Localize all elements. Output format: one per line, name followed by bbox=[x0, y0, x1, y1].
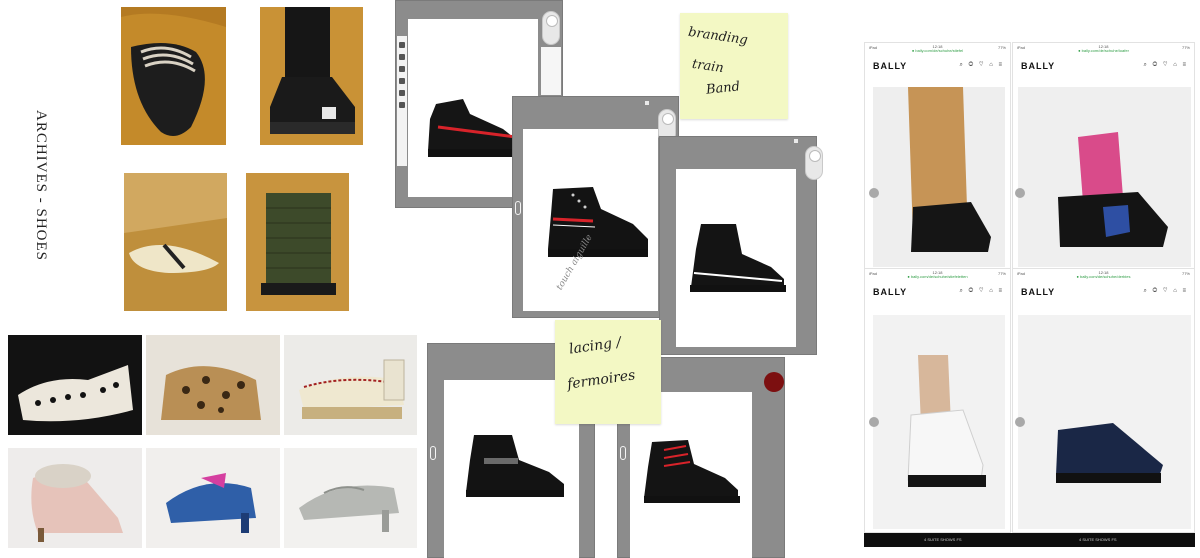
note-line: lacing / bbox=[568, 334, 623, 358]
bally-product-page-4[interactable]: iPad 12:18 ● bally.com/de/schuhe/derbies… bbox=[1012, 268, 1195, 533]
tall-camel-boot bbox=[873, 87, 1005, 267]
home-button[interactable] bbox=[430, 446, 436, 460]
archive-photo-silver-heel[interactable] bbox=[284, 448, 417, 548]
bally-product-page-2[interactable]: iPad 12:18 ● bally.com/de/schuhe/loafer … bbox=[1012, 42, 1195, 272]
archive-photo-croc-boot[interactable] bbox=[246, 173, 349, 311]
lace-up-boot-sketch bbox=[548, 187, 648, 257]
white-wrap-boot bbox=[873, 315, 1005, 529]
sketch-canvas bbox=[523, 129, 658, 311]
color-swatch-red[interactable] bbox=[764, 372, 784, 392]
note-line: fermoires bbox=[566, 367, 637, 393]
status-bar: iPad 12:18 ● bally.com/de/schuhe/loafer … bbox=[1017, 44, 1190, 53]
archive-photo-cutout-shoe[interactable] bbox=[8, 335, 142, 435]
note-line: train bbox=[691, 56, 725, 77]
site-footer-bar: 4 SUITE SHOWS FS 4 SUITE SHOWS FS bbox=[864, 533, 1195, 547]
loafer-with-pink-sock bbox=[1018, 87, 1191, 267]
product-image[interactable] bbox=[873, 315, 1005, 529]
bally-logo[interactable]: BALLY bbox=[873, 287, 907, 297]
sticky-note-lacing: lacing / fermoires bbox=[555, 320, 661, 424]
sketch-canvas bbox=[676, 169, 796, 347]
archive-photo-blue-mule[interactable] bbox=[146, 448, 280, 548]
pencil-icon[interactable] bbox=[399, 42, 405, 48]
archive-photo-black-pump[interactable] bbox=[121, 7, 226, 145]
carousel-prev-button[interactable] bbox=[869, 188, 879, 198]
note-line: branding bbox=[687, 24, 749, 49]
product-image[interactable] bbox=[873, 87, 1005, 267]
footer-text: 4 SUITE SHOWS FS bbox=[1079, 537, 1117, 542]
archive-photo-platform-sandal[interactable] bbox=[284, 335, 417, 435]
header-icons[interactable]: ⌕ ◎ ♡ ⌂ ≡ bbox=[1143, 62, 1188, 69]
layer-thumbnails[interactable] bbox=[541, 47, 561, 95]
tablet-sketch-frame-2[interactable]: touch aiguille bbox=[512, 96, 679, 318]
camera-icon bbox=[645, 101, 649, 105]
archive-photo-pink-fur-bootie[interactable] bbox=[8, 448, 142, 548]
home-button[interactable] bbox=[515, 201, 521, 215]
layer-toggle[interactable] bbox=[805, 146, 823, 180]
product-image[interactable] bbox=[1018, 315, 1191, 529]
drawing-toolbar bbox=[397, 36, 407, 166]
home-button[interactable] bbox=[620, 446, 626, 460]
tablet-sketch-frame-3[interactable] bbox=[659, 136, 823, 355]
header-icons[interactable]: ⌕ ◎ ♡ ⌂ ≡ bbox=[959, 62, 1004, 69]
redo-icon[interactable] bbox=[399, 102, 405, 108]
sticky-note-branding: branding train Band bbox=[680, 13, 788, 119]
status-bar: iPad 12:18 ● bally.com/de/schuhe/stiefel… bbox=[869, 270, 1006, 279]
carousel-prev-button[interactable] bbox=[869, 417, 879, 427]
bally-product-page-1[interactable]: iPad 12:18 ● bally.com/de/schuhe/stiefel… bbox=[864, 42, 1011, 272]
camera-icon bbox=[794, 139, 798, 143]
layer-toggle[interactable] bbox=[542, 11, 560, 45]
bally-logo[interactable]: BALLY bbox=[1021, 61, 1055, 71]
undo-icon[interactable] bbox=[399, 90, 405, 96]
navy-croc-derby bbox=[1018, 315, 1191, 529]
carousel-prev-button[interactable] bbox=[1015, 188, 1025, 198]
status-bar: iPad 12:18 ● bally.com/de/schuhe/stiefel… bbox=[869, 44, 1006, 53]
archive-photo-leopard-bootie[interactable] bbox=[146, 335, 280, 435]
archive-photo-cream-flat[interactable] bbox=[124, 173, 227, 311]
layers-icon[interactable] bbox=[399, 78, 405, 84]
header-icons[interactable]: ⌕ ◎ ♡ ⌂ ≡ bbox=[1143, 288, 1188, 295]
brush-icon[interactable] bbox=[399, 54, 405, 60]
note-line: Band bbox=[705, 79, 741, 98]
header-icons[interactable]: ⌕ ◎ ♡ ⌂ ≡ bbox=[959, 288, 1004, 295]
product-image[interactable] bbox=[1018, 87, 1191, 267]
bally-logo[interactable]: BALLY bbox=[873, 61, 907, 71]
eraser-icon[interactable] bbox=[399, 66, 405, 72]
footer-text: 4 SUITE SHOWS FS bbox=[924, 537, 962, 542]
archive-photo-suede-boot[interactable] bbox=[260, 7, 363, 145]
status-bar: iPad 12:18 ● bally.com/de/schuhe/derbies… bbox=[1017, 270, 1190, 279]
hiking-boot-sketch bbox=[690, 224, 786, 292]
bally-logo[interactable]: BALLY bbox=[1021, 287, 1055, 297]
bally-product-page-3[interactable]: iPad 12:18 ● bally.com/de/schuhe/stiefel… bbox=[864, 268, 1011, 533]
archives-title: ARCHIVES - SHOES bbox=[32, 109, 49, 261]
carousel-prev-button[interactable] bbox=[1015, 417, 1025, 427]
